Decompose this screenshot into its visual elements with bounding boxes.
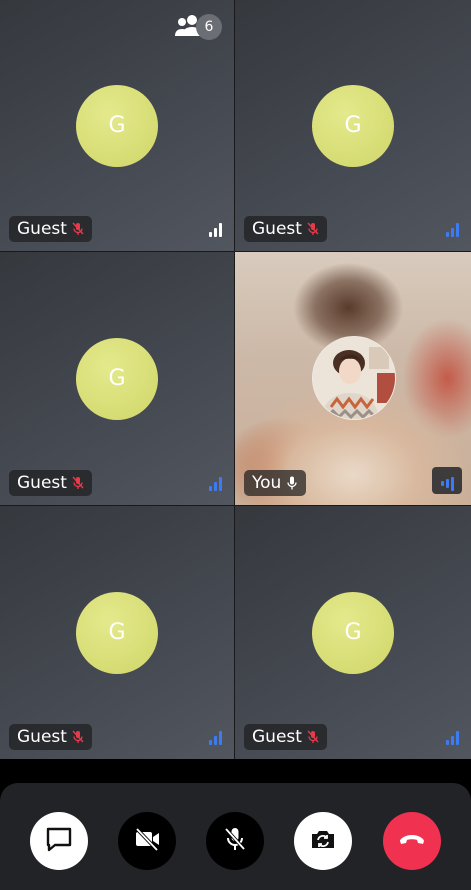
mic-muted-icon <box>305 729 321 745</box>
participant-name: Guest <box>17 473 67 493</box>
mic-muted-icon <box>70 221 86 237</box>
chat-icon <box>44 824 74 858</box>
participants-button[interactable]: 6 <box>174 12 222 42</box>
mic-toggle-button[interactable] <box>206 812 264 870</box>
participant-tile[interactable]: G Guest <box>235 506 471 759</box>
avatar: G <box>312 84 394 167</box>
avatar: G <box>76 337 158 420</box>
call-controls-bar <box>0 783 471 890</box>
participant-tile[interactable]: G Guest <box>0 506 234 759</box>
participant-name: Guest <box>17 727 67 747</box>
name-label: Guest <box>9 216 92 242</box>
mic-on-icon <box>284 475 300 491</box>
switch-camera-button[interactable] <box>294 812 352 870</box>
signal-strength-icon <box>446 223 459 237</box>
name-label: Guest <box>9 724 92 750</box>
participant-name: Guest <box>252 219 302 239</box>
signal-strength-icon <box>209 477 222 491</box>
participant-name: Guest <box>252 727 302 747</box>
chat-button[interactable] <box>30 812 88 870</box>
signal-strength-icon <box>209 731 222 745</box>
participant-count-badge: 6 <box>196 14 222 40</box>
video-grid: G Guest 6 G Guest G Guest You G Guest G … <box>0 0 471 759</box>
mic-muted-icon <box>70 729 86 745</box>
self-video-tile[interactable]: You <box>235 252 471 505</box>
camera-toggle-button[interactable] <box>118 812 176 870</box>
avatar: G <box>76 84 158 167</box>
participant-name: You <box>252 473 282 493</box>
signal-strength-icon <box>209 223 222 237</box>
name-label: Guest <box>9 470 92 496</box>
end-call-button[interactable] <box>383 812 441 870</box>
name-label: Guest <box>244 216 327 242</box>
participant-tile[interactable]: G Guest <box>235 0 471 251</box>
camera-off-icon <box>132 824 162 858</box>
signal-strength-icon <box>432 467 462 494</box>
name-label: You <box>244 470 307 496</box>
signal-strength-icon <box>446 731 459 745</box>
participant-tile[interactable]: G Guest <box>0 252 234 505</box>
name-label: Guest <box>244 724 327 750</box>
avatar: G <box>76 591 158 674</box>
self-avatar <box>312 336 396 420</box>
mic-muted-icon <box>70 475 86 491</box>
participant-name: Guest <box>17 219 67 239</box>
participant-tile[interactable]: G Guest 6 <box>0 0 234 251</box>
avatar: G <box>312 591 394 674</box>
mic-muted-icon <box>305 221 321 237</box>
switch-camera-icon <box>308 824 338 858</box>
end-call-icon <box>396 823 428 859</box>
mic-off-icon <box>220 824 250 858</box>
